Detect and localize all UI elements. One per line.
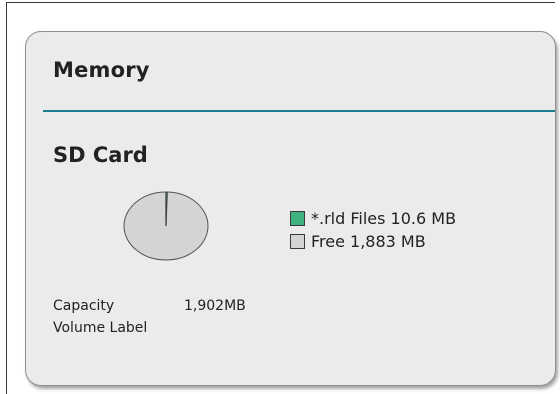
legend-label-free: Free 1,883 MB: [311, 232, 426, 251]
legend-item-free: Free 1,883 MB: [290, 230, 456, 253]
title-divider: [43, 110, 555, 112]
info-row-capacity: Capacity 1,902MB: [53, 295, 246, 317]
capacity-value: 1,902MB: [184, 298, 246, 314]
capacity-label: Capacity: [53, 298, 115, 314]
storage-pie-chart: [123, 191, 209, 261]
volume-label-label: Volume Label: [53, 320, 148, 336]
legend-swatch-rld: [290, 211, 305, 226]
legend-label-rld: *.rld Files 10.6 MB: [311, 209, 457, 228]
pie-legend: *.rld Files 10.6 MB Free 1,883 MB: [290, 207, 456, 253]
sd-card-info: Capacity 1,902MB Volume Label: [53, 295, 246, 339]
legend-swatch-free: [290, 234, 305, 249]
sd-card-title: SD Card: [53, 143, 148, 167]
memory-card: Memory SD Card *.rld Files 10.6 MB Free …: [25, 31, 556, 386]
info-row-volume-label: Volume Label: [53, 317, 246, 339]
legend-item-rld: *.rld Files 10.6 MB: [290, 207, 456, 230]
card-title: Memory: [53, 58, 150, 82]
